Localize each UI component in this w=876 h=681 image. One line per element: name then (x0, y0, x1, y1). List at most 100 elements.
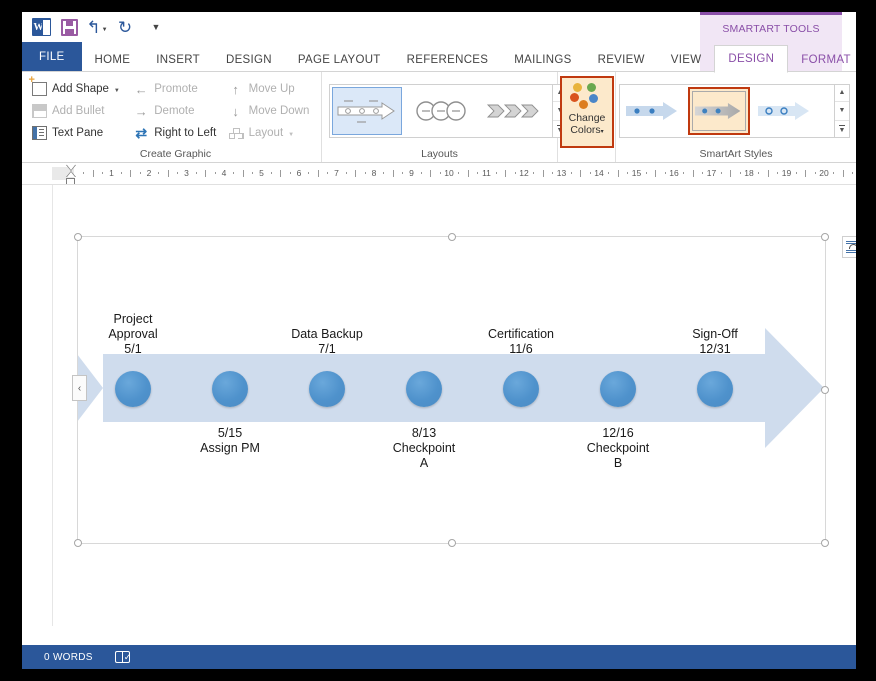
smartart-tools-label: SMARTART TOOLS (722, 23, 819, 35)
word-count-label[interactable]: 0 WORDS (44, 652, 93, 663)
add-shape-icon (30, 81, 48, 97)
tab-view[interactable]: VIEW (658, 47, 715, 72)
chevron-left-icon: ‹ (78, 383, 81, 394)
tab-design[interactable]: DESIGN (213, 47, 285, 72)
change-colors-label-line2: Colors (570, 124, 600, 136)
ruler-minor-tick (777, 172, 778, 174)
tab-mailings[interactable]: MAILINGS (501, 47, 584, 72)
left-indent-icon[interactable] (66, 178, 75, 185)
horizontal-ruler[interactable]: 123456789101112131415161718192021 (22, 163, 856, 185)
right-to-left-icon: ⇄ (132, 125, 150, 141)
hanging-indent-icon[interactable] (66, 171, 76, 177)
text-pane-toggle-button[interactable]: ‹ (72, 375, 87, 401)
smartart-style-thumbnail-inset[interactable] (688, 87, 750, 135)
ruler-minor-tick (580, 170, 581, 177)
layout-thumbnail-process-arrows[interactable] (480, 87, 550, 135)
layout-options-button[interactable] (842, 236, 856, 258)
ruler-tick-12: 12 (519, 167, 528, 180)
indent-marker[interactable] (66, 164, 77, 184)
tab-insert[interactable]: INSERT (143, 47, 213, 72)
resize-handle-middle-right[interactable] (821, 386, 829, 394)
tab-file-label: FILE (39, 51, 65, 63)
ruler-minor-tick (102, 172, 103, 174)
smartart-styles-gallery-scrollbar[interactable]: ▲ ▼ ▼ (834, 84, 849, 138)
layout-thumbnail-chevron-circles[interactable] (406, 87, 476, 135)
layout-thumbnail-basic-timeline[interactable] (332, 87, 402, 135)
ruler-minor-tick (93, 170, 94, 177)
change-colors-label-line1: Change (569, 112, 606, 124)
move-down-label: Move Down (249, 105, 310, 117)
tab-home[interactable]: HOME (82, 47, 144, 72)
undo-dropdown-caret-icon[interactable]: ▼ (102, 27, 108, 33)
styles-more-button[interactable]: ▼ (835, 121, 849, 138)
ruler-minor-tick (730, 170, 731, 177)
change-colors-dropdown-caret-icon[interactable]: ▾ (601, 129, 604, 135)
layout-button: Layout ▼ (227, 122, 321, 144)
tab-file[interactable]: FILE (22, 42, 82, 71)
add-shape-dropdown-caret-icon[interactable]: ▼ (114, 88, 120, 94)
undo-button[interactable]: ↰ ▼ (84, 15, 110, 39)
ruler-minor-tick (571, 172, 572, 174)
smartart-style-thumbnail-cartoon[interactable] (754, 87, 816, 135)
chevron-down-icon: ▼ (152, 22, 160, 32)
resize-handle-bottom-left[interactable] (74, 539, 82, 547)
tab-smartart-design[interactable]: DESIGN (714, 45, 788, 73)
styles-scroll-down-button[interactable]: ▼ (835, 102, 849, 120)
ruler-minor-tick (168, 170, 169, 177)
ruler-minor-tick (693, 170, 694, 177)
ruler-minor-tick (458, 172, 459, 174)
ruler-minor-tick (721, 172, 722, 174)
ruler-tick-3: 3 (184, 167, 189, 180)
save-button[interactable] (56, 15, 82, 39)
add-shape-label: Add Shape (52, 83, 109, 95)
layout-label: Layout (249, 127, 284, 139)
styles-scroll-up-button[interactable]: ▲ (835, 84, 849, 102)
tab-review[interactable]: REVIEW (585, 47, 658, 72)
ruler-minor-tick (627, 172, 628, 174)
smartart-style-thumbnail-simple-fill[interactable] (622, 87, 684, 135)
resize-handle-top-left[interactable] (74, 233, 82, 241)
redo-icon: ↻ (118, 19, 132, 36)
customize-quick-access-toolbar-button[interactable]: ▼ (140, 15, 166, 39)
ruler-tick-18: 18 (744, 167, 753, 180)
ruler-tick-8: 8 (372, 167, 377, 180)
tab-references-label: REFERENCES (407, 54, 489, 66)
layout-dropdown-caret-icon: ▼ (288, 132, 294, 138)
ribbon-group-layouts: ▲ ▼ ▼ Layouts (322, 72, 558, 162)
ruler-minor-tick (552, 172, 553, 174)
ruler-minor-tick (421, 172, 422, 174)
change-colors-button[interactable]: Change Colors▾ (560, 76, 614, 148)
layouts-gallery[interactable]: ▲ ▼ ▼ (329, 84, 568, 138)
ruler-minor-tick (365, 172, 366, 174)
smartart-styles-gallery[interactable]: ▲ ▼ ▼ (619, 84, 850, 138)
ruler-minor-tick (852, 172, 853, 174)
proofing-errors-icon[interactable]: ✓ (115, 650, 131, 664)
ruler-tick-15: 15 (632, 167, 641, 180)
tab-home-label: HOME (95, 54, 131, 66)
tab-design-label: DESIGN (226, 54, 272, 66)
tab-smartart-format[interactable]: FORMAT (788, 47, 856, 72)
redo-button[interactable]: ↻ (112, 15, 138, 39)
ruler-minor-tick (543, 170, 544, 177)
ruler-tick-5: 5 (259, 167, 264, 180)
ruler-minor-tick (290, 172, 291, 174)
add-shape-button[interactable]: Add Shape ▼ (30, 78, 132, 100)
ruler-minor-tick (505, 170, 506, 177)
resize-handle-bottom-center[interactable] (448, 539, 456, 547)
ruler-minor-tick (533, 172, 534, 174)
word-logo-icon (28, 15, 54, 39)
text-pane-button[interactable]: Text Pane (30, 122, 132, 144)
tab-mailings-label: MAILINGS (514, 54, 571, 66)
document-page[interactable]: ProjectApproval5/15/15Assign PMData Back… (52, 185, 856, 626)
right-to-left-button[interactable]: ⇄ Right to Left (132, 122, 226, 144)
ruler-minor-tick (83, 172, 84, 174)
smartart-selection-frame[interactable] (77, 236, 826, 544)
resize-handle-bottom-right[interactable] (821, 539, 829, 547)
tab-references[interactable]: REFERENCES (394, 47, 502, 72)
resize-handle-top-center[interactable] (448, 233, 456, 241)
ruler-minor-tick (740, 172, 741, 174)
ruler-minor-tick (196, 172, 197, 174)
ruler-minor-tick (280, 170, 281, 177)
tab-page-layout[interactable]: PAGE LAYOUT (285, 47, 394, 72)
resize-handle-top-right[interactable] (821, 233, 829, 241)
